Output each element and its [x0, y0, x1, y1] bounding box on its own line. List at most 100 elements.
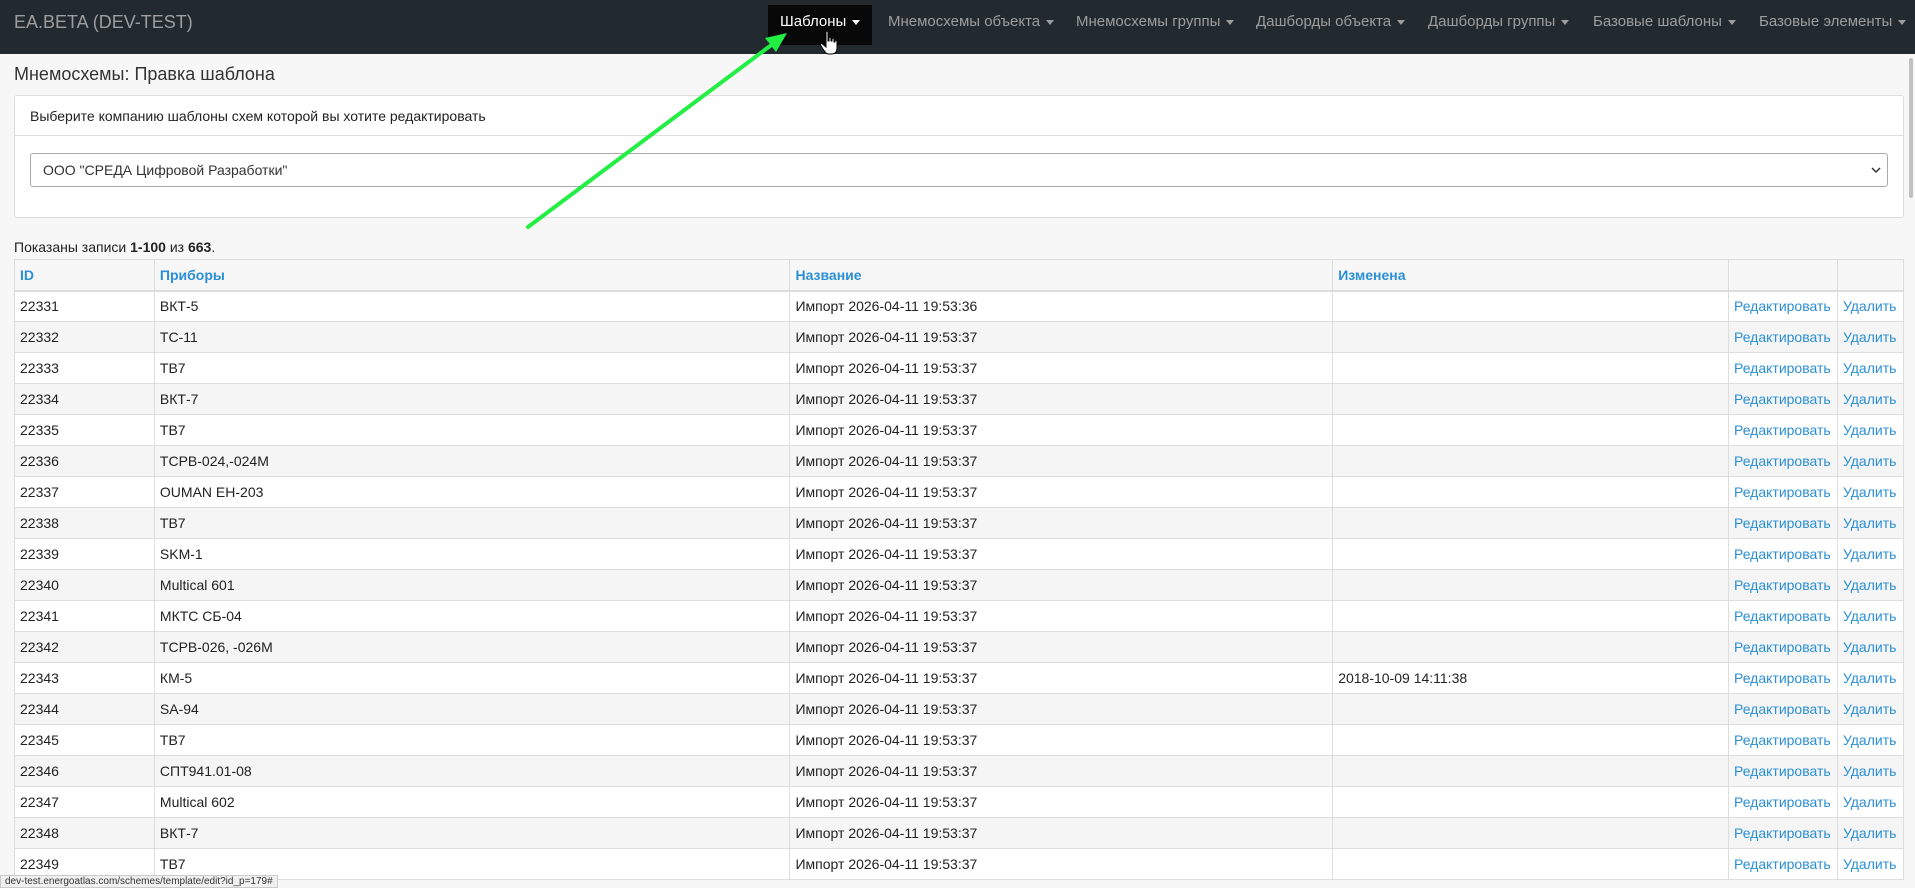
edit-link[interactable]: Редактировать	[1727, 693, 1838, 725]
header-id[interactable]: ID	[14, 259, 155, 292]
modified-cell	[1332, 507, 1729, 539]
edit-link[interactable]: Редактировать	[1727, 631, 1838, 663]
edit-link[interactable]: Редактировать	[1727, 321, 1838, 353]
name-cell: Импорт 2026-04-11 19:53:37	[789, 321, 1334, 353]
delete-link[interactable]: Удалить	[1836, 383, 1905, 415]
brand-logo[interactable]: EA.BETA (DEV-TEST)	[14, 12, 193, 33]
summary-total: 663	[187, 239, 212, 255]
name-cell: Импорт 2026-04-11 19:53:37	[789, 724, 1334, 756]
nav-group-dashboards-label: Дашборды группы	[1428, 13, 1556, 30]
edit-link[interactable]: Редактировать	[1727, 569, 1838, 601]
name-cell: Импорт 2026-04-11 19:53:37	[789, 693, 1334, 725]
device-cell: ТВ7	[153, 724, 791, 756]
table-row: 22348 ВКТ-7 Импорт 2026-04-11 19:53:37 Реда…	[14, 817, 1905, 849]
delete-link[interactable]: Удалить	[1836, 786, 1905, 818]
name-cell: Импорт 2026-04-11 19:53:37	[789, 352, 1334, 384]
edit-link[interactable]: Редактировать	[1727, 724, 1838, 756]
edit-link[interactable]: Редактировать	[1727, 755, 1838, 787]
edit-link[interactable]: Редактировать	[1727, 414, 1838, 446]
scrollbar-thumb[interactable]	[1909, 58, 1913, 198]
header-devices[interactable]: Приборы	[153, 259, 791, 292]
delete-link[interactable]: Удалить	[1836, 724, 1905, 756]
modified-cell	[1332, 569, 1729, 601]
delete-link[interactable]: Удалить	[1836, 848, 1905, 880]
delete-link[interactable]: Удалить	[1836, 817, 1905, 849]
id-cell: 22340	[14, 569, 155, 601]
table-row: 22346 СПТ941.01-08 Импорт 2026-04-11 19:53…	[14, 755, 1905, 787]
nav-object-dashboards[interactable]: Дашборды объекта	[1256, 0, 1406, 54]
device-cell: ТС-11	[153, 321, 791, 353]
nav-group-dashboards[interactable]: Дашборды группы	[1428, 0, 1570, 54]
caret-down-icon	[1046, 19, 1055, 25]
device-cell: СПТ941.01-08	[153, 755, 791, 787]
device-cell: SKM-1	[153, 538, 791, 570]
status-bar-url: dev-test.energoatlas.com/schemes/templat…	[0, 875, 278, 888]
table-row: 22341 МКТС СБ-04 Импорт 2026-04-11 19:53:3…	[14, 600, 1905, 632]
records-summary: Показаны записи 1-100 из 663.	[14, 239, 215, 255]
delete-link[interactable]: Удалить	[1836, 693, 1905, 725]
modified-cell	[1332, 414, 1729, 446]
id-cell: 22347	[14, 786, 155, 818]
company-panel: Выберите компанию шаблоны схем которой в…	[14, 95, 1904, 218]
table-header-row: ID Приборы Название Изменена	[14, 259, 1905, 292]
table-row: 22333 ТВ7 Импорт 2026-04-11 19:53:37 Редакт…	[14, 352, 1905, 384]
table-row: 22349 ТВ7 Импорт 2026-04-11 19:53:37 Редакт…	[14, 848, 1905, 880]
nav-object-mnemoschemes[interactable]: Мнемосхемы объекта	[888, 0, 1055, 54]
table-row: 22338 ТВ7 Импорт 2026-04-11 19:53:37 Редакт…	[14, 507, 1905, 539]
delete-link[interactable]: Удалить	[1836, 538, 1905, 570]
device-cell: ТВ7	[153, 414, 791, 446]
header-modified[interactable]: Изменена	[1332, 259, 1729, 292]
delete-link[interactable]: Удалить	[1836, 755, 1905, 787]
delete-link[interactable]: Удалить	[1836, 569, 1905, 601]
device-cell: КМ-5	[153, 662, 791, 694]
table-row: 22345 ТВ7 Импорт 2026-04-11 19:53:37 Редакт…	[14, 724, 1905, 756]
edit-link[interactable]: Редактировать	[1727, 476, 1838, 508]
delete-link[interactable]: Удалить	[1836, 662, 1905, 694]
delete-link[interactable]: Удалить	[1836, 600, 1905, 632]
nav-group-mnemoschemes[interactable]: Мнемосхемы группы	[1076, 0, 1235, 54]
modified-cell	[1332, 538, 1729, 570]
modified-cell	[1332, 693, 1729, 725]
edit-link[interactable]: Редактировать	[1727, 817, 1838, 849]
edit-link[interactable]: Редактировать	[1727, 383, 1838, 415]
modified-cell	[1332, 476, 1729, 508]
company-select[interactable]: ООО "СРЕДА Цифровой Разработки"	[30, 153, 1888, 187]
id-cell: 22336	[14, 445, 155, 477]
edit-link[interactable]: Редактировать	[1727, 786, 1838, 818]
header-name[interactable]: Название	[789, 259, 1334, 292]
table-row: 22343 КМ-5 Импорт 2026-04-11 19:53:37 2018-…	[14, 662, 1905, 694]
chevron-down-icon	[1871, 167, 1881, 174]
page-title: Мнемосхемы: Правка шаблона	[14, 64, 275, 84]
nav-base-templates[interactable]: Базовые шаблоны	[1593, 0, 1736, 54]
delete-link[interactable]: Удалить	[1836, 414, 1905, 446]
modified-cell	[1332, 445, 1729, 477]
device-cell: Multical 601	[153, 569, 791, 601]
edit-link[interactable]: Редактировать	[1727, 352, 1838, 384]
header-delete-col	[1836, 259, 1905, 292]
edit-link[interactable]: Редактировать	[1727, 507, 1838, 539]
table-row: 22332 ТС-11 Импорт 2026-04-11 19:53:37 Реда…	[14, 321, 1905, 353]
delete-link[interactable]: Удалить	[1836, 290, 1905, 322]
name-cell: Импорт 2026-04-11 19:53:37	[789, 569, 1334, 601]
delete-link[interactable]: Удалить	[1836, 476, 1905, 508]
nav-base-elements[interactable]: Базовые элементы	[1759, 0, 1907, 54]
edit-link[interactable]: Редактировать	[1727, 445, 1838, 477]
edit-link[interactable]: Редактировать	[1727, 600, 1838, 632]
nav-object-mnemoschemes-label: Мнемосхемы объекта	[888, 13, 1041, 30]
id-cell: 22348	[14, 817, 155, 849]
company-select-value: ООО "СРЕДА Цифровой Разработки"	[43, 162, 288, 178]
delete-link[interactable]: Удалить	[1836, 321, 1905, 353]
device-cell: ТВ7	[153, 352, 791, 384]
delete-link[interactable]: Удалить	[1836, 445, 1905, 477]
modified-cell	[1332, 755, 1729, 787]
edit-link[interactable]: Редактировать	[1727, 538, 1838, 570]
name-cell: Импорт 2026-04-11 19:53:37	[789, 631, 1334, 663]
delete-link[interactable]: Удалить	[1836, 631, 1905, 663]
edit-link[interactable]: Редактировать	[1727, 848, 1838, 880]
edit-link[interactable]: Редактировать	[1727, 662, 1838, 694]
delete-link[interactable]: Удалить	[1836, 507, 1905, 539]
table-row: 22340 Multical 601 Импорт 2026-04-11 19:53…	[14, 569, 1905, 601]
edit-link[interactable]: Редактировать	[1727, 290, 1838, 322]
top-navbar: EA.BETA (DEV-TEST) Шаблоны Мнемосхемы об…	[0, 0, 1915, 54]
delete-link[interactable]: Удалить	[1836, 352, 1905, 384]
